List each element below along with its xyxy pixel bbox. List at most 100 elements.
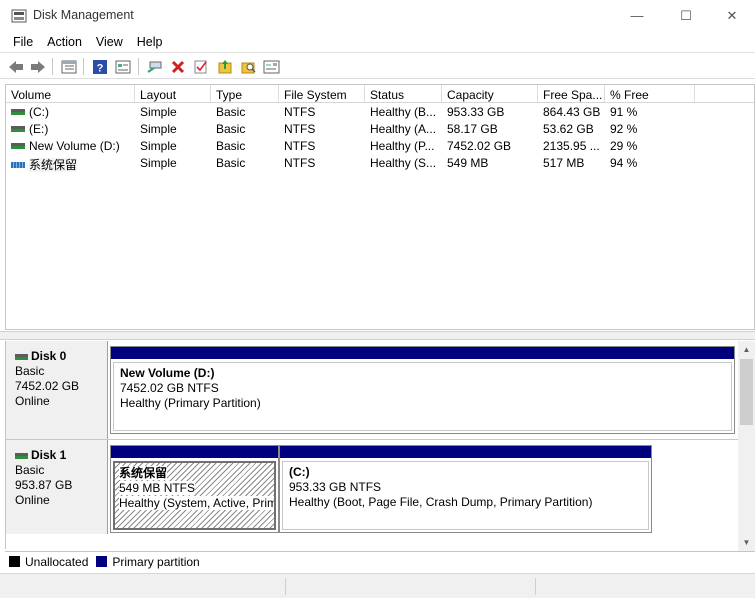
legend-item-primary: Primary partition [96,554,200,569]
volume-status: Healthy (B... [370,105,437,119]
minimize-icon: — [630,8,644,23]
toolbar: ? [0,54,755,79]
column-file-system[interactable]: File System [279,85,365,103]
help-button[interactable]: ? [90,57,110,76]
disk-graph-view: Disk 0 Basic 7452.02 GB Online New Volum… [5,341,739,549]
partition-status: Healthy (Primary Partition) [120,396,261,410]
partition-size-fs: 549 MB NTFS [119,481,196,495]
volume-type: Basic [216,139,246,153]
volume-layout: Simple [140,105,177,119]
primary-partition-bar [111,446,278,458]
settings-icon [263,60,279,73]
volume-capacity: 7452.02 GB [447,139,512,153]
explore-button[interactable] [238,57,258,76]
open-folder-button[interactable] [215,57,235,76]
column-volume[interactable]: Volume [6,85,135,103]
column-free-space[interactable]: Free Spa... [538,85,605,103]
volume-percent-free: 94 % [610,156,638,170]
svg-text:?: ? [97,62,104,74]
scroll-down-arrow[interactable]: ▼ [738,534,755,551]
partition-new-volume-d[interactable]: New Volume (D:) 7452.02 GB NTFS Healthy … [110,346,735,434]
properties-button[interactable] [113,57,133,76]
menu-action[interactable]: Action [40,35,89,49]
system-drive-icon [11,161,25,168]
menu-file[interactable]: File [6,35,40,49]
volume-free-space: 53.62 GB [543,122,594,136]
minimize-button[interactable]: — [614,0,660,31]
volume-file-system: NTFS [284,105,316,119]
delete-icon [171,60,185,73]
settings-button[interactable] [261,57,281,76]
forward-icon [31,60,45,73]
close-icon: ✕ [726,7,738,23]
menu-help[interactable]: Help [130,35,170,49]
menu-bar: File Action View Help [0,31,755,53]
forward-button[interactable] [28,57,48,76]
volume-row[interactable]: (C:) Simple Basic NTFS Healthy (B... 953… [6,104,754,121]
list-view-button[interactable] [59,57,79,76]
volume-file-system: NTFS [284,156,316,170]
disk-view-scrollbar[interactable]: ▲ ▼ [738,341,755,551]
partition-name: 系统保留 [119,466,168,480]
volume-name: 系统保留 [29,158,78,172]
scroll-up-arrow[interactable]: ▲ [738,341,755,358]
primary-partition-bar [111,347,734,359]
partition-system-reserved[interactable]: 系统保留 549 MB NTFS Healthy (System, Active… [110,445,279,533]
scroll-thumb[interactable] [740,359,753,425]
disk-size: 953.87 GB [15,478,73,492]
disk-1-label[interactable]: Disk 1 Basic 953.87 GB Online [6,440,108,534]
column-status[interactable]: Status [365,85,442,103]
open-folder-icon [218,59,232,73]
explore-icon [241,62,256,73]
disk-0-label[interactable]: Disk 0 Basic 7452.02 GB Online [6,341,108,439]
volume-row[interactable]: (E:) Simple Basic NTFS Healthy (A... 58.… [6,121,754,138]
drive-icon [11,142,25,149]
column-type[interactable]: Type [211,85,279,103]
delete-button[interactable] [168,57,188,76]
volume-free-space: 517 MB [543,156,585,170]
volume-capacity: 953.33 GB [447,105,505,119]
disk-size: 7452.02 GB [15,379,80,393]
disk-icon [15,452,28,459]
volume-list-header: Volume Layout Type File System Status Ca… [6,85,754,103]
volume-status: Healthy (P... [370,139,435,153]
column-layout[interactable]: Layout [135,85,211,103]
disk-icon [15,353,28,360]
volume-type: Basic [216,122,246,136]
volume-row[interactable]: 系统保留 Simple Basic NTFS Healthy (S... 549… [6,155,754,172]
volume-free-space: 2135.95 ... [543,139,600,153]
check-button[interactable] [191,57,211,76]
primary-partition-swatch [96,556,108,567]
volume-name: (C:) [29,105,49,119]
pane-splitter[interactable] [0,331,755,340]
menu-view[interactable]: View [89,35,130,49]
volume-row[interactable]: New Volume (D:) Simple Basic NTFS Health… [6,138,754,155]
partition-c[interactable]: (C:) 953.33 GB NTFS Healthy (Boot, Page … [279,445,652,533]
back-icon [9,60,23,73]
column-percent-free[interactable]: % Free [605,85,695,103]
drive-icon [11,125,25,132]
volume-list[interactable]: Volume Layout Type File System Status Ca… [5,84,755,330]
column-capacity[interactable]: Capacity [442,85,538,103]
disk-management-icon [11,9,27,23]
volume-percent-free: 29 % [610,139,638,153]
disk-kind: Basic [15,463,45,477]
volume-layout: Simple [140,139,177,153]
properties-icon [115,60,131,73]
partition-status: Healthy (Boot, Page File, Crash Dump, Pr… [289,495,593,509]
volume-status: Healthy (A... [370,122,437,136]
legend-label: Primary partition [112,554,200,569]
window-title: Disk Management [33,8,134,22]
close-button[interactable]: ✕ [709,0,755,31]
partition-size-fs: 953.33 GB NTFS [289,480,382,494]
status-bar [0,573,755,598]
volume-status: Healthy (S... [370,156,437,170]
back-button[interactable] [6,57,26,76]
disk-state: Online [15,493,50,507]
partition-name: (C:) [289,465,310,479]
drive-icon [11,108,25,115]
disk-kind: Basic [15,364,45,378]
volume-type: Basic [216,156,246,170]
maximize-button[interactable]: ☐ [663,0,709,31]
connect-button[interactable] [145,57,165,76]
